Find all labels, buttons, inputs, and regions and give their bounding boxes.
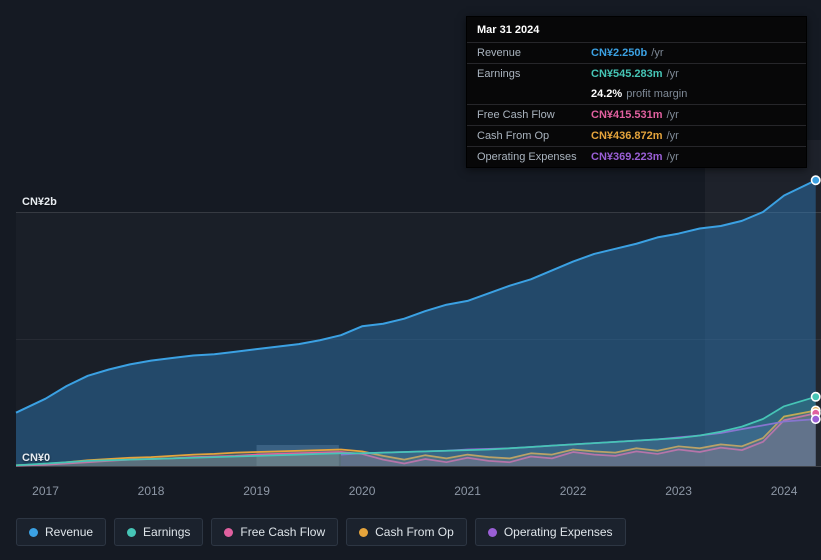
legend-item-earnings[interactable]: Earnings xyxy=(114,518,204,546)
tooltip-row: Revenue CN¥2.250b/yr xyxy=(467,42,806,63)
tooltip-row: Free Cash Flow CN¥415.531m/yr xyxy=(467,104,806,125)
tooltip-row-suffix: /yr xyxy=(666,130,679,142)
x-tick-2022: 2022 xyxy=(559,484,587,498)
tooltip-rows: Revenue CN¥2.250b/yr Earnings CN¥545.283m/y… xyxy=(467,42,806,167)
x-tick-2021: 2021 xyxy=(454,484,481,498)
legend-label: Free Cash Flow xyxy=(240,525,326,539)
tooltip-date: Mar 31 2024 xyxy=(477,24,540,36)
tooltip-row-suffix: /yr xyxy=(666,151,679,163)
tooltip-row-value: CN¥545.283m xyxy=(591,68,663,80)
tooltip-row-suffix: /yr xyxy=(651,47,664,59)
x-tick-2018: 2018 xyxy=(137,484,165,498)
financial-history-page: CN¥2b CN¥0 2017 2018 2019 2020 2021 2022 2023 2… xyxy=(0,0,821,560)
tooltip-row-value: CN¥415.531m xyxy=(591,109,663,121)
legend-label: Operating Expenses xyxy=(503,525,613,539)
tooltip-row-label: Cash From Op xyxy=(477,130,550,142)
tooltip-row-label: Earnings xyxy=(477,68,521,80)
legend-label: Revenue xyxy=(45,525,94,539)
chart-tooltip: Mar 31 2024 Revenue CN¥2.250b/yr Earnings C… xyxy=(466,16,807,168)
legend-item-free-cash-flow[interactable]: Free Cash Flow xyxy=(211,518,339,546)
legend-dot-icon xyxy=(127,527,137,537)
tooltip-row-label: Revenue xyxy=(477,47,522,59)
tooltip-row-value: CN¥369.223m xyxy=(591,151,663,163)
tooltip-row-label: Free Cash Flow xyxy=(477,109,555,121)
legend-label: Cash From Op xyxy=(375,525,454,539)
x-tick-2019: 2019 xyxy=(243,484,270,498)
x-tick-2020: 2020 xyxy=(348,484,376,498)
x-tick-2024: 2024 xyxy=(770,484,798,498)
y-axis-label-zero: CN¥0 xyxy=(22,452,51,464)
legend-item-cash-from-op[interactable]: Cash From Op xyxy=(346,518,467,546)
tooltip-row-suffix: /yr xyxy=(666,68,679,80)
tooltip-row-value: CN¥2.250b xyxy=(591,47,648,59)
legend-dot-icon xyxy=(224,527,234,537)
tooltip-row: Earnings CN¥545.283m/yr xyxy=(467,63,806,84)
legend-item-revenue[interactable]: Revenue xyxy=(16,518,107,546)
legend-item-operating-expenses[interactable]: Operating Expenses xyxy=(474,518,626,546)
legend-dot-icon xyxy=(487,527,497,537)
tooltip-row: Cash From Op CN¥436.872m/yr xyxy=(467,125,806,146)
x-tick-2017: 2017 xyxy=(32,484,59,498)
tooltip-row-value: CN¥436.872m xyxy=(591,130,663,142)
tooltip-row-label: Operating Expenses xyxy=(477,151,577,163)
tooltip-row-suffix: profit margin xyxy=(626,88,688,100)
y-axis-label-top: CN¥2b xyxy=(22,196,57,208)
legend-label: Earnings xyxy=(143,525,191,539)
tooltip-row: 24.2% profit margin xyxy=(467,84,806,104)
tooltip-row: Operating Expenses CN¥369.223m/yr xyxy=(467,146,806,167)
x-axis: 2017 2018 2019 2020 2021 2022 2023 2024 xyxy=(0,484,821,500)
tooltip-row-value: 24.2% xyxy=(591,88,623,100)
x-tick-2023: 2023 xyxy=(665,484,692,498)
legend-dot-icon xyxy=(359,527,369,537)
legend: Revenue Earnings Free Cash Flow Cash From O… xyxy=(16,518,626,546)
tooltip-row-suffix: /yr xyxy=(666,109,679,121)
legend-dot-icon xyxy=(29,527,38,537)
